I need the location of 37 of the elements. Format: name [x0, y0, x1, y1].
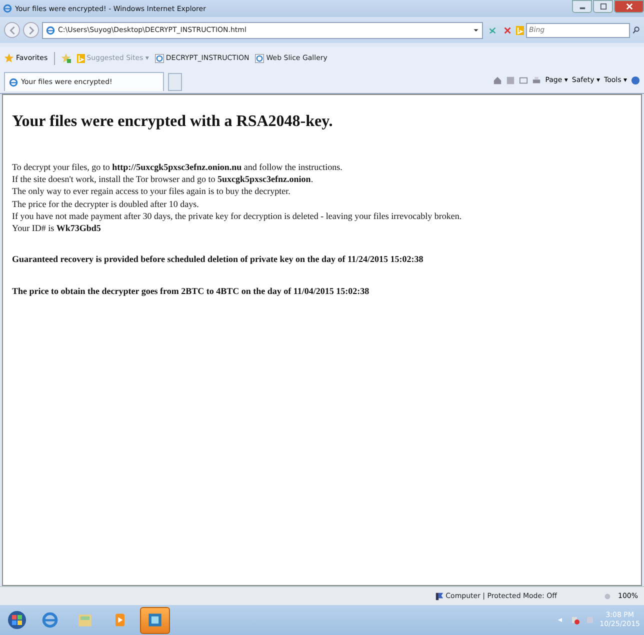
instruction-line: Your ID# is Wk73Gbd5 [12, 222, 102, 234]
forward-button[interactable] [23, 22, 39, 38]
page-icon [9, 78, 18, 86]
ie-logo-icon [3, 4, 12, 13]
new-tab-button[interactable] [168, 73, 182, 91]
browser-icon [41, 611, 59, 629]
search-icon[interactable] [632, 26, 640, 34]
instruction-line: If the site doesn't work, install the Tor browser and go to 5uxcgk5pxsc3efnz.onion. [12, 173, 314, 186]
taskbar-button[interactable] [140, 606, 170, 634]
maximize-icon [598, 3, 608, 10]
page-icon [255, 54, 264, 62]
windows-logo-icon [7, 610, 27, 630]
page-icon [46, 26, 55, 34]
deadline-notice: Guaranteed recovery is provided before scheduled deletion of private key on the day of 11/24/2015 15:02:38 [12, 254, 424, 264]
stop-icon [502, 26, 512, 34]
page-heading: Your files were encrypted with a RSA2048-key. [12, 113, 334, 131]
instruction-line: The price for the decrypter is doubled after 10 days. [12, 198, 200, 210]
star-icon [4, 53, 14, 63]
back-button[interactable] [4, 22, 20, 38]
maximize-button[interactable] [593, 0, 613, 13]
add-favorite-icon[interactable] [60, 53, 71, 63]
page-icon [154, 54, 164, 62]
instruction-line: The only way to ever regain access to your files again is to buy the decrypter. [12, 185, 292, 198]
deadline-notice: The price to obtain the decrypter goes from 2BTC to 4BTC on the day of 11/04/2015 15:02:38 [12, 286, 370, 296]
close-icon [624, 3, 634, 10]
network-icon[interactable] [570, 615, 580, 625]
close-button[interactable] [614, 0, 644, 13]
search-provider-icon [516, 26, 524, 34]
picture-viewer-icon [146, 611, 164, 629]
minimize-button[interactable] [572, 0, 592, 13]
bing-icon [76, 54, 85, 62]
home-icon[interactable] [493, 76, 502, 84]
flag-icon [434, 592, 444, 600]
instruction-line: If you have not made payment after 30 days, the private key for decryption is deleted - leaving your files irrevocably broken. [12, 210, 463, 222]
dropdown-icon[interactable] [473, 27, 479, 33]
instruction-line: To decrypt your files, go to http://5uxcgk5pxsc3efnz.onion.nu and follow the instructions. [12, 161, 344, 174]
print-icon[interactable] [532, 76, 542, 84]
